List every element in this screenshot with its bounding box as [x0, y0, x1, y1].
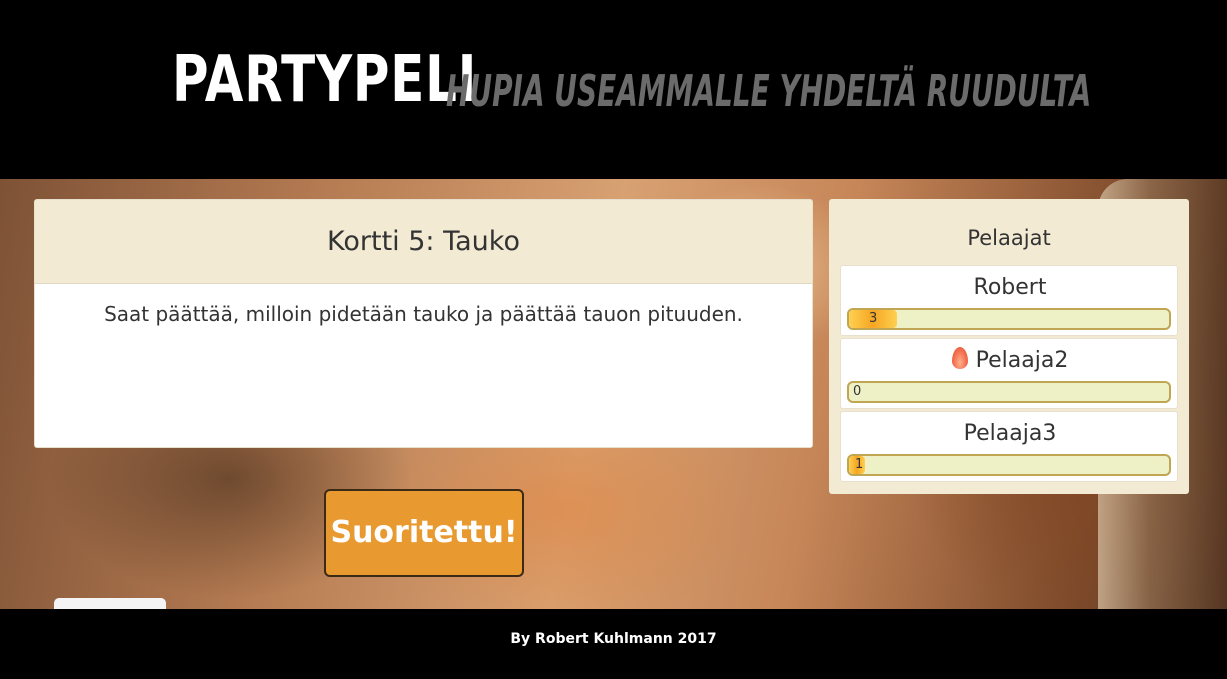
site-header: PARTYPELI HUPIA USEAMMALLE YHDELTÄ RUUDU… [0, 0, 1227, 179]
game-card: Kortti 5: Tauko Saat päättää, milloin pi… [34, 199, 813, 448]
player-name-text: Pelaaja2 [975, 348, 1069, 373]
player-score-bar: 0 [847, 381, 1171, 403]
bottom-tab[interactable] [54, 598, 166, 609]
player-card-robert: Robert 3 [840, 265, 1178, 336]
player-name: Robert [973, 275, 1047, 300]
score-value: 1 [855, 457, 864, 472]
card-title: Kortti 5: Tauko [35, 200, 812, 284]
done-button[interactable]: Suoritettu! [324, 489, 524, 577]
site-title[interactable]: PARTYPELI [172, 42, 477, 118]
player-name: Pelaaja3 [963, 421, 1057, 446]
player-name: Pelaaja2 [841, 347, 1179, 375]
card-text: Saat päättää, milloin pidetään tauko ja … [104, 302, 743, 326]
player-card-pelaaja3: Pelaaja3 1 [840, 411, 1178, 482]
player-card-pelaaja2: Pelaaja2 0 [840, 338, 1178, 409]
player-score-bar: 3 [847, 308, 1171, 330]
players-title: Pelaajat [967, 226, 1051, 250]
site-tagline: HUPIA USEAMMALLE YHDELTÄ RUUDULTA [446, 66, 1092, 117]
score-value: 0 [853, 384, 862, 399]
flame-icon [951, 347, 968, 369]
score-value: 3 [869, 311, 878, 326]
player-score-bar: 1 [847, 454, 1171, 476]
site-footer: By Robert Kuhlmann 2017 [0, 609, 1227, 679]
